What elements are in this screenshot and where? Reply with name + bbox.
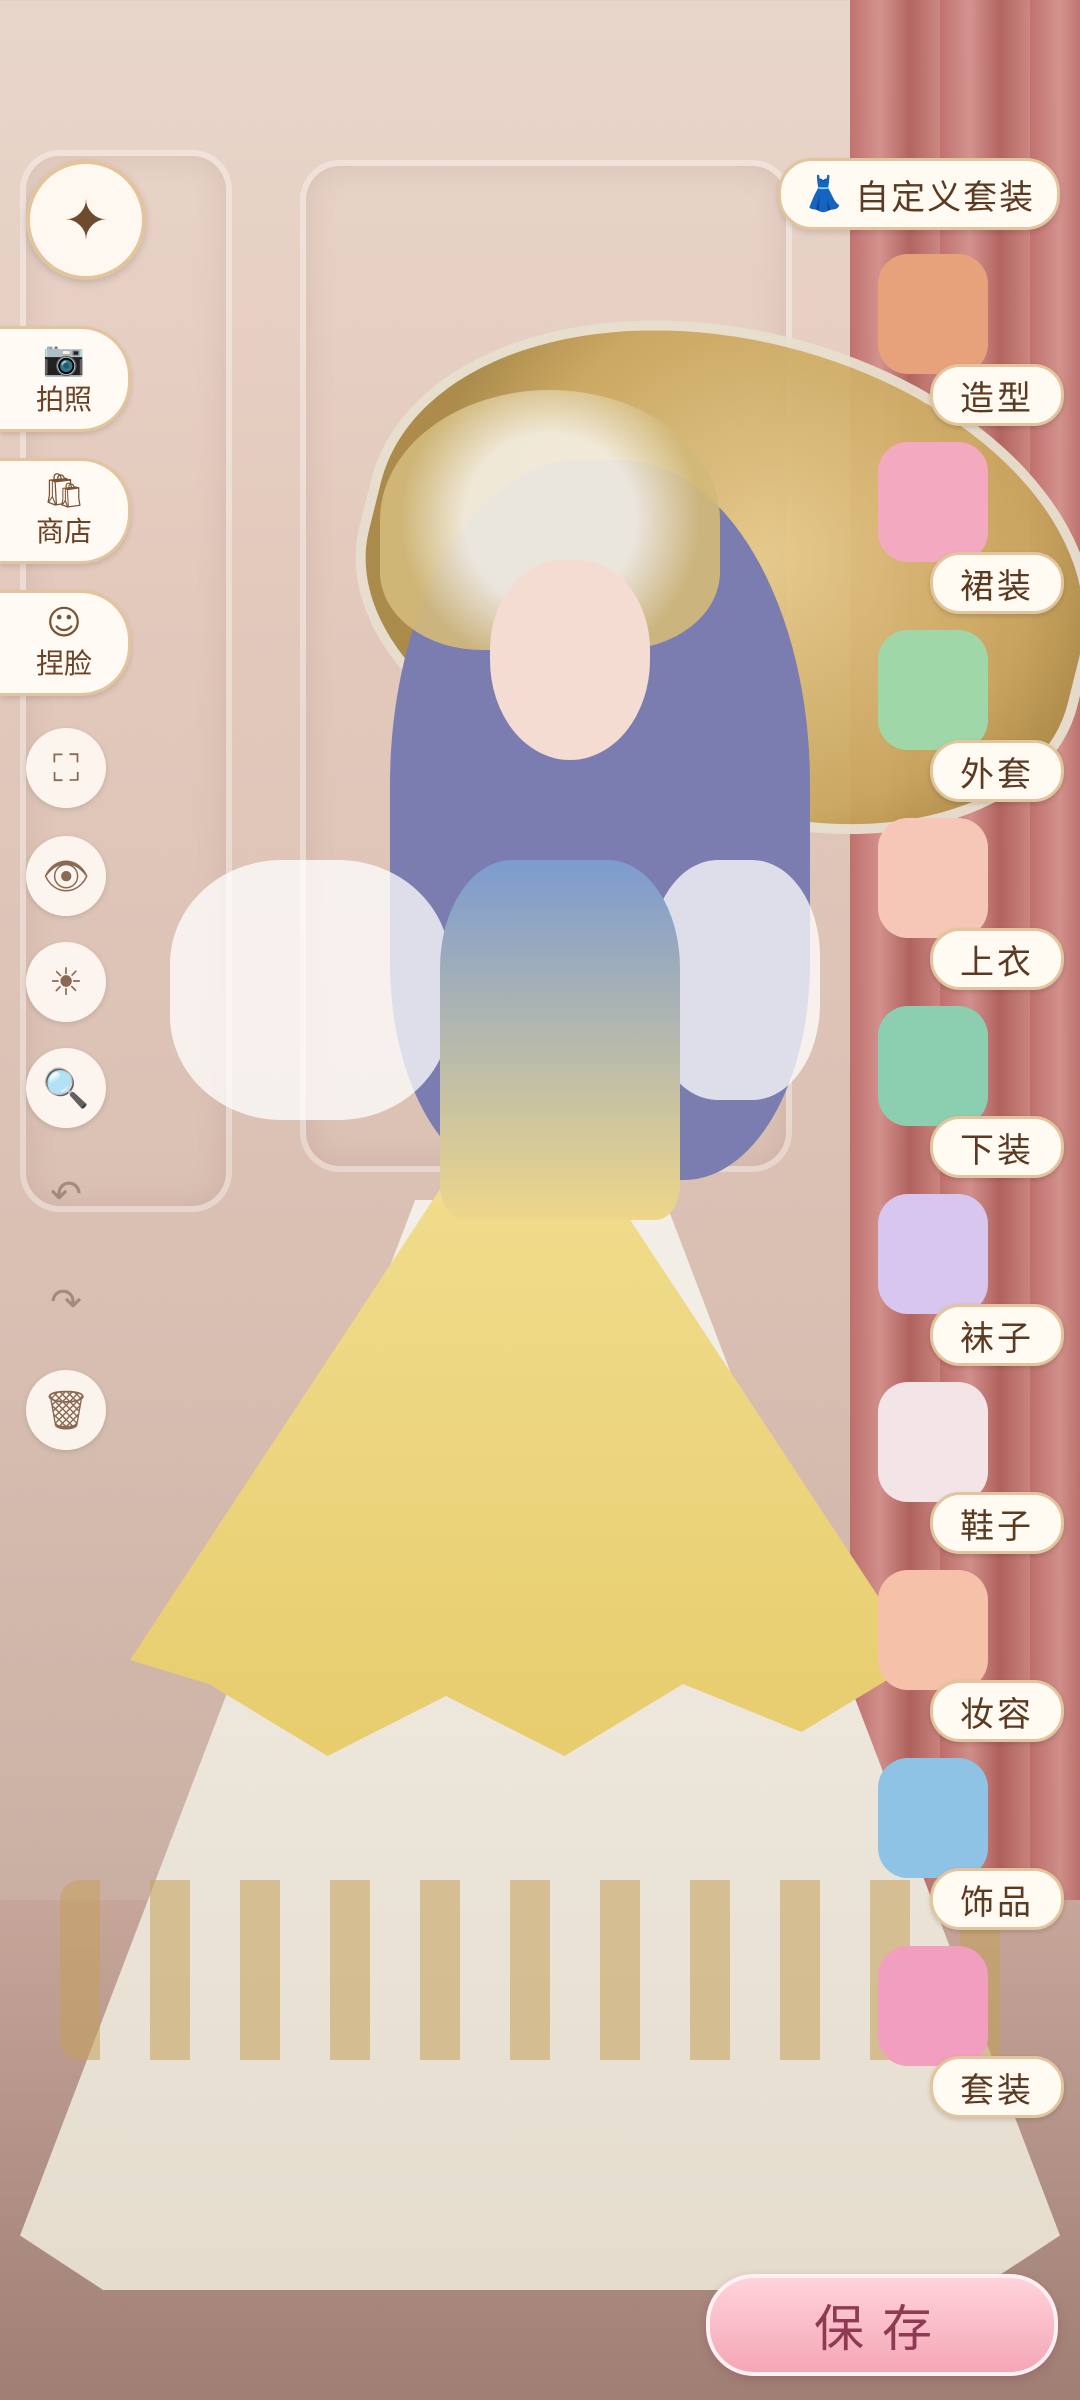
back-button[interactable]: ✦ <box>26 160 146 280</box>
custom-outfit-label: 自定义套装 <box>855 177 1036 218</box>
category-top[interactable]: 上衣 <box>862 818 1072 998</box>
category-label: 上衣 <box>930 928 1064 990</box>
sun-icon: ☀ <box>48 960 84 1004</box>
custom-outfit-button[interactable]: 👗 自定义套装 <box>778 158 1060 230</box>
category-label: 裙装 <box>930 552 1064 614</box>
face-edit-label: 捏脸 <box>35 647 92 680</box>
lighting-button[interactable]: ☀ <box>26 942 106 1022</box>
fullscreen-icon: ⛶ <box>52 745 80 790</box>
face-edit-button[interactable]: ☺ 捏脸 <box>0 590 131 696</box>
character-sleeve-left <box>170 860 450 1120</box>
category-label: 饰品 <box>930 1868 1064 1930</box>
dress-thumb <box>878 442 988 562</box>
category-label: 袜子 <box>930 1304 1064 1366</box>
category-bottom[interactable]: 下装 <box>862 1006 1072 1186</box>
category-sets[interactable]: 套装 <box>862 1946 1072 2126</box>
shop-label: 商店 <box>35 515 92 548</box>
photo-button[interactable]: 📷 拍照 <box>0 326 131 432</box>
face-icon: ☺ <box>46 603 82 643</box>
category-label: 套装 <box>930 2056 1064 2118</box>
shop-bag-icon: 🛍 <box>42 471 86 511</box>
save-button[interactable]: 保存 <box>706 2274 1058 2376</box>
compass-star-icon: ✦ <box>63 188 109 252</box>
redo-button[interactable]: ↷ <box>26 1262 106 1342</box>
save-label: 保存 <box>814 2300 950 2358</box>
category-label: 外套 <box>930 740 1064 802</box>
sets-thumb <box>878 1946 988 2066</box>
socks-thumb <box>878 1194 988 1314</box>
styling-thumb <box>878 254 988 374</box>
trash-icon: 🗑 <box>41 1387 91 1432</box>
photo-label: 拍照 <box>35 383 92 416</box>
category-shoes[interactable]: 鞋子 <box>862 1382 1072 1562</box>
shoes-thumb <box>878 1382 988 1502</box>
category-makeup[interactable]: 妆容 <box>862 1570 1072 1750</box>
delete-button[interactable]: 🗑 <box>26 1370 106 1450</box>
view-button[interactable]: 👁 <box>26 836 106 916</box>
eye-icon: 👁 <box>41 853 91 898</box>
shop-button[interactable]: 🛍 商店 <box>0 458 131 564</box>
undo-button[interactable]: ↶ <box>26 1154 106 1234</box>
character-overskirt <box>130 1180 920 1756</box>
dress-icon: 👗 <box>802 174 846 214</box>
category-accessories[interactable]: 饰品 <box>862 1758 1072 1938</box>
fullscreen-button[interactable]: ⛶ <box>26 728 106 808</box>
category-label: 造型 <box>930 364 1064 426</box>
accessories-thumb <box>878 1758 988 1878</box>
zoom-button[interactable]: 🔍 <box>26 1048 106 1128</box>
category-dress[interactable]: 裙装 <box>862 442 1072 622</box>
bottom-thumb <box>878 1006 988 1126</box>
camera-icon: 📷 <box>42 339 86 379</box>
category-label: 鞋子 <box>930 1492 1064 1554</box>
category-styling[interactable]: 造型 <box>862 254 1072 434</box>
top-thumb <box>878 818 988 938</box>
category-label: 下装 <box>930 1116 1064 1178</box>
magnifier-icon: 🔍 <box>42 1065 90 1110</box>
category-coat[interactable]: 外套 <box>862 630 1072 810</box>
makeup-thumb <box>878 1570 988 1690</box>
redo-icon: ↷ <box>50 1280 82 1324</box>
character-face <box>490 560 650 760</box>
category-label: 妆容 <box>930 1680 1064 1742</box>
coat-thumb <box>878 630 988 750</box>
undo-icon: ↶ <box>50 1172 82 1216</box>
character-bodice <box>440 860 680 1220</box>
category-socks[interactable]: 袜子 <box>862 1194 1072 1374</box>
